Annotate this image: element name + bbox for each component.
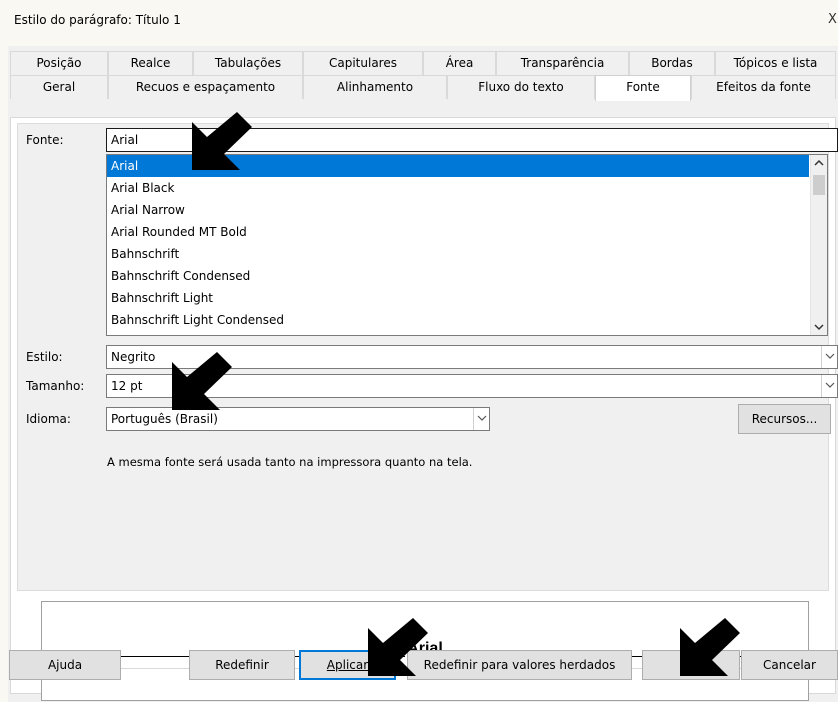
tab-row-2: Geral Recuos e espaçamento Alinhamento F… — [8, 75, 838, 101]
size-label: Tamanho: — [26, 379, 85, 393]
scroll-down-icon[interactable] — [811, 318, 827, 335]
tab-transparencia[interactable]: Transparência — [496, 51, 629, 75]
font-list-item[interactable]: Arial Narrow — [107, 199, 809, 221]
tab-area[interactable]: Área — [423, 51, 496, 75]
scroll-up-icon[interactable] — [811, 155, 827, 172]
dialog-client-area: Posição Realce Tabulações Capitulares Ár… — [8, 46, 838, 702]
reset-button[interactable]: Redefinir — [189, 650, 295, 680]
tab-bordas[interactable]: Bordas — [629, 51, 715, 75]
tab-realce[interactable]: Realce — [108, 51, 193, 75]
font-list-item[interactable]: Bahnschrift — [107, 243, 809, 265]
help-button[interactable]: Ajuda — [9, 650, 121, 680]
tab-fluxo-do-texto[interactable]: Fluxo do texto — [447, 75, 595, 99]
font-info-text: A mesma fonte será usada tanto na impres… — [107, 455, 473, 469]
annotation-arrow — [172, 352, 232, 410]
paragraph-style-dialog: Estilo do parágrafo: Título 1 X Posição … — [0, 0, 838, 702]
tab-topicos-e-lista[interactable]: Tópicos e lista — [715, 51, 836, 75]
font-list-item[interactable]: Bahnschrift Condensed — [107, 265, 809, 287]
cancel-button[interactable]: Cancelar — [741, 650, 838, 680]
tab-tabulacoes[interactable]: Tabulações — [193, 51, 303, 75]
window-title: Estilo do parágrafo: Título 1 — [14, 13, 181, 27]
font-label: Fonte: — [26, 133, 64, 147]
chevron-down-icon[interactable] — [821, 346, 837, 368]
style-label: Estilo: — [26, 350, 63, 364]
font-tab-panel: Fonte: Arial Arial Arial Black Arial Nar… — [10, 117, 838, 701]
tab-alinhamento[interactable]: Alinhamento — [303, 75, 447, 99]
reset-inherited-button[interactable]: Redefinir para valores herdados — [407, 650, 632, 680]
style-value: Negrito — [111, 350, 156, 364]
font-list[interactable]: Arial Arial Black Arial Narrow Arial Rou… — [106, 154, 828, 336]
scroll-thumb[interactable] — [813, 175, 825, 195]
size-value: 12 pt — [111, 379, 143, 393]
tab-posicao[interactable]: Posição — [10, 51, 108, 75]
chevron-down-icon[interactable] — [821, 375, 837, 397]
font-list-item[interactable]: Bahnschrift Light — [107, 287, 809, 309]
tab-row-1: Posição Realce Tabulações Capitulares Ár… — [8, 51, 838, 75]
language-combo[interactable]: Português (Brasil) — [106, 407, 490, 431]
annotation-arrow — [680, 618, 740, 676]
language-value: Português (Brasil) — [111, 412, 218, 426]
language-label: Idioma: — [26, 412, 71, 426]
close-icon[interactable]: X — [828, 12, 837, 27]
tab-geral[interactable]: Geral — [10, 75, 108, 99]
apply-label: Aplicar — [326, 658, 369, 672]
tab-capitulares[interactable]: Capitulares — [303, 51, 423, 75]
font-list-item[interactable]: Bahnschrift Light Condensed — [107, 309, 809, 331]
tab-recuos-e-espacamento[interactable]: Recuos e espaçamento — [108, 75, 303, 99]
tab-efeitos-da-fonte[interactable]: Efeitos da fonte — [691, 75, 836, 99]
annotation-arrow — [368, 618, 428, 676]
chevron-down-icon[interactable] — [473, 408, 489, 430]
font-list-item[interactable]: Arial Black — [107, 177, 809, 199]
annotation-arrow — [192, 112, 252, 170]
features-button[interactable]: Recursos... — [738, 404, 831, 434]
font-list-scrollbar[interactable] — [810, 155, 827, 335]
font-list-item[interactable]: Arial Rounded MT Bold — [107, 221, 809, 243]
tab-fonte[interactable]: Fonte — [595, 75, 691, 101]
font-settings-group: Fonte: Arial Arial Arial Black Arial Nar… — [17, 123, 838, 591]
title-bar: Estilo do parágrafo: Título 1 X — [0, 0, 838, 40]
